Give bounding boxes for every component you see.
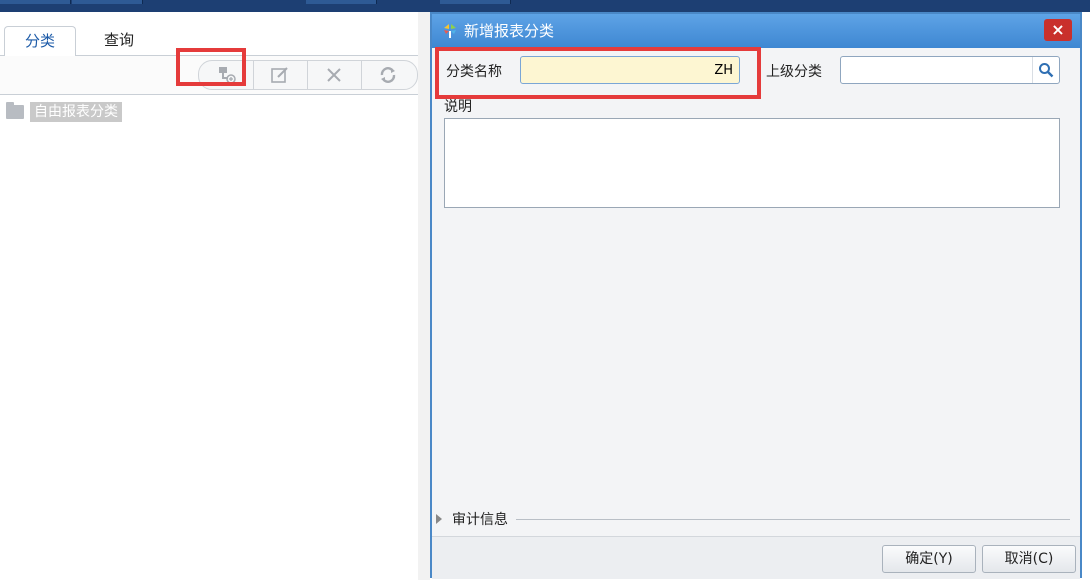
- description-textarea[interactable]: [444, 118, 1060, 208]
- top-tab-segment[interactable]: [72, 0, 143, 4]
- parent-category-field[interactable]: [840, 56, 1060, 84]
- category-panel: [0, 12, 430, 580]
- new-category-dialog: 新增报表分类 × 分类名称 上级分类 说明 审计信息: [430, 12, 1082, 579]
- audit-info-label: 审计信息: [452, 512, 508, 528]
- top-tab-segment[interactable]: [306, 0, 377, 4]
- parent-category-label: 上级分类: [766, 64, 822, 80]
- delete-button[interactable]: [307, 61, 362, 89]
- close-button[interactable]: ×: [1044, 19, 1072, 41]
- edit-icon: [271, 67, 288, 83]
- dialog-title-bar[interactable]: 新增报表分类 ×: [432, 14, 1080, 48]
- tab-query[interactable]: 查询: [84, 26, 154, 55]
- top-tab-segment[interactable]: [440, 0, 511, 4]
- top-tab-segment[interactable]: [0, 0, 71, 4]
- cancel-button[interactable]: 取消(C): [982, 545, 1076, 573]
- edit-button[interactable]: [253, 61, 308, 89]
- tab-category[interactable]: 分类: [4, 26, 77, 57]
- audit-divider: [516, 518, 1070, 520]
- folder-icon: [6, 102, 24, 119]
- parent-lookup-button[interactable]: [1032, 57, 1059, 83]
- highlight-box: [176, 48, 246, 86]
- dialog-title: 新增报表分类: [464, 22, 555, 40]
- audit-info-section[interactable]: 审计信息: [436, 508, 1070, 530]
- close-icon: ×: [1051, 20, 1065, 39]
- ok-button[interactable]: 确定(Y): [882, 545, 976, 573]
- app-logo-icon: [444, 24, 456, 38]
- parent-category-input[interactable]: [841, 57, 1033, 83]
- delete-icon: [327, 68, 341, 82]
- dialog-footer: 确定(Y) 取消(C): [432, 536, 1080, 579]
- dialog-body: 分类名称 上级分类 说明 审计信息 确定(Y) 取消(C): [432, 47, 1080, 579]
- highlight-box: [435, 47, 761, 99]
- tree-item-label: 自由报表分类: [30, 102, 122, 122]
- description-label: 说明: [444, 99, 472, 115]
- app-top-bar: [0, 0, 1090, 12]
- refresh-icon: [380, 67, 396, 83]
- refresh-button[interactable]: [361, 61, 415, 89]
- tree-item-root[interactable]: 自由报表分类: [6, 101, 122, 123]
- panel-splitter[interactable]: [418, 12, 430, 580]
- expand-triangle-icon: [436, 514, 442, 524]
- search-icon: [1039, 63, 1054, 78]
